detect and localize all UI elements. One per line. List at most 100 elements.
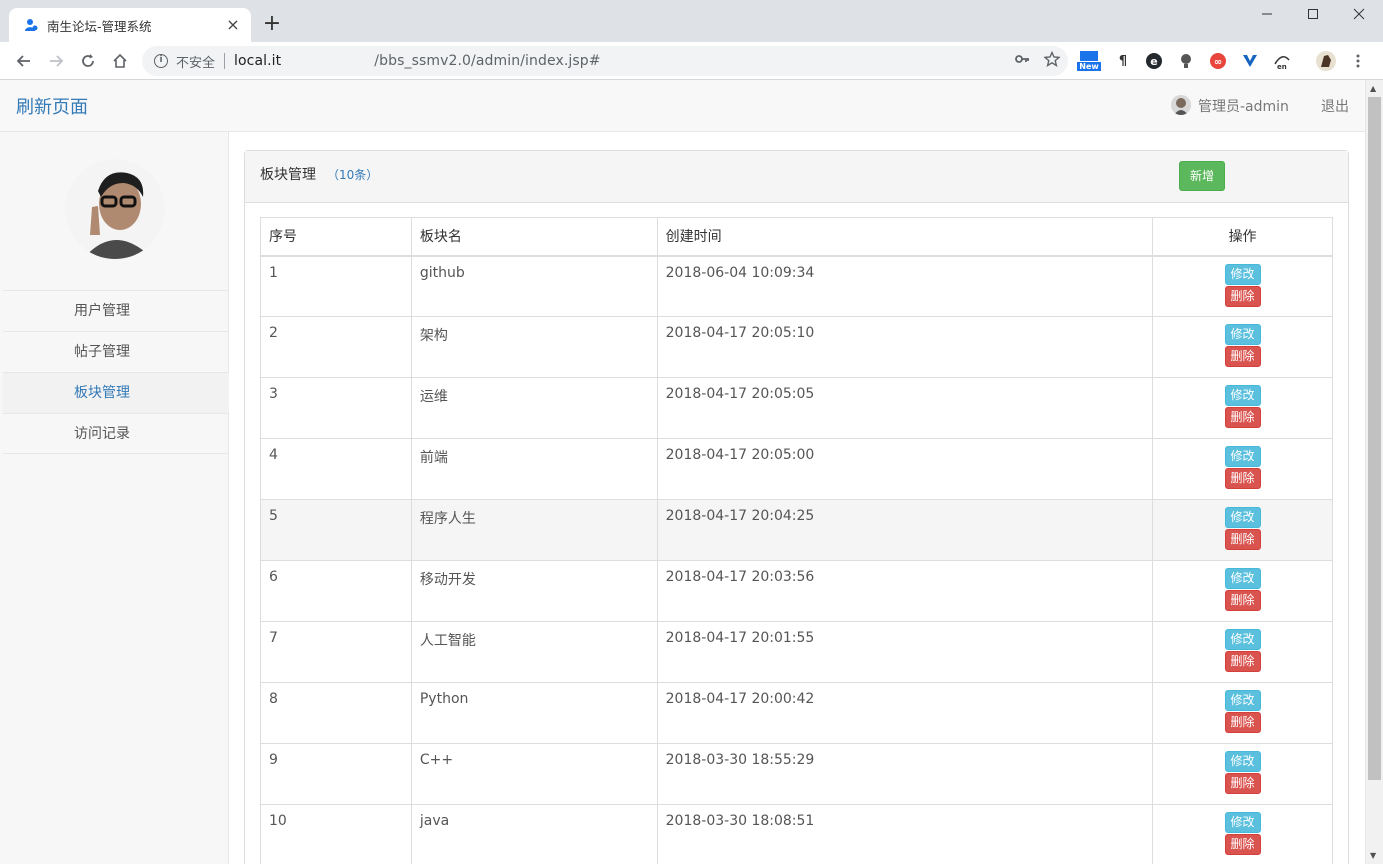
cell-actions: 修改 删除 — [1152, 560, 1333, 622]
cell-board-name: 架构 — [410, 316, 658, 378]
edit-button[interactable]: 修改 — [1224, 324, 1261, 345]
minimize-icon[interactable] — [1244, 4, 1290, 28]
cell-board-name: C++ — [410, 743, 658, 805]
cell-created-time: 2018-04-17 20:05:05 — [656, 377, 1154, 439]
table-header-row: 序号 板块名 创建时间 操作 — [260, 217, 1333, 257]
extension-v-icon[interactable] — [1240, 51, 1260, 71]
address-bar[interactable]: i 不安全 local.it/bbs_ssmv2.0/admin/index.j… — [142, 46, 1068, 76]
delete-button[interactable]: 删除 — [1224, 773, 1261, 794]
reload-icon[interactable] — [76, 49, 100, 73]
table-row: 4 前端 2018-04-17 20:05:00 修改 删除 — [260, 438, 1333, 500]
delete-button[interactable]: 删除 — [1224, 529, 1261, 550]
edit-button[interactable]: 修改 — [1224, 812, 1261, 833]
home-icon[interactable] — [108, 49, 132, 73]
col-header-name: 板块名 — [410, 217, 658, 257]
app-navbar: 刷新页面 管理员-admin 退出 — [0, 80, 1365, 132]
profile-avatar-icon[interactable] — [1316, 51, 1336, 71]
delete-button[interactable]: 删除 — [1224, 285, 1261, 307]
extension-infinity-icon[interactable]: ∞ — [1208, 51, 1228, 71]
edit-button[interactable]: 修改 — [1224, 507, 1261, 528]
scroll-up-icon[interactable]: ▲ — [1370, 84, 1376, 93]
svg-text:∞: ∞ — [1214, 57, 1222, 68]
cell-created-time: 2018-06-04 10:09:34 — [656, 255, 1154, 317]
delete-button[interactable]: 删除 — [1224, 834, 1261, 855]
table-row: 7 人工智能 2018-04-17 20:01:55 修改 删除 — [260, 621, 1333, 683]
record-count: （10条） — [327, 168, 379, 182]
close-window-icon[interactable] — [1336, 4, 1382, 28]
scroll-down-icon[interactable]: ▼ — [1370, 851, 1376, 860]
extension-badge: New — [1077, 62, 1101, 71]
add-board-button[interactable]: 新增 — [1179, 161, 1225, 191]
forward-icon[interactable] — [44, 49, 68, 73]
cell-board-name: 前端 — [410, 438, 658, 500]
col-header-id: 序号 — [260, 217, 412, 257]
delete-button[interactable]: 删除 — [1224, 346, 1261, 367]
edit-button[interactable]: 修改 — [1224, 690, 1261, 711]
edit-button[interactable]: 修改 — [1224, 751, 1261, 772]
sidebar-item-posts[interactable]: 帖子管理 — [3, 331, 229, 372]
table-row: 9 C++ 2018-03-30 18:55:29 修改 删除 — [260, 743, 1333, 805]
cell-id: 10 — [260, 804, 412, 864]
cell-board-name: Python — [410, 682, 658, 744]
cell-created-time: 2018-04-17 20:05:00 — [656, 438, 1154, 500]
extension-pilcrow-icon[interactable]: ¶ — [1113, 51, 1133, 71]
cell-id: 8 — [260, 682, 412, 744]
sidebar-item-visits[interactable]: 访问记录 — [3, 413, 229, 454]
browser-tab[interactable]: 南生论坛-管理系统 × — [9, 8, 251, 42]
user-name[interactable]: 管理员-admin — [1198, 96, 1289, 116]
svg-text:en: en — [1277, 63, 1287, 70]
user-avatar — [1171, 95, 1191, 115]
sidebar: 用户管理 帖子管理 板块管理 访问记录 — [0, 132, 229, 864]
tab-title: 南生论坛-管理系统 — [47, 18, 152, 34]
cell-board-name: java — [410, 804, 658, 864]
delete-button[interactable]: 删除 — [1224, 468, 1261, 489]
edit-button[interactable]: 修改 — [1224, 385, 1261, 406]
cell-id: 4 — [260, 438, 412, 500]
cell-created-time: 2018-04-17 20:00:42 — [656, 682, 1154, 744]
cell-created-time: 2018-03-30 18:55:29 — [656, 743, 1154, 805]
sidebar-item-users[interactable]: 用户管理 — [3, 290, 229, 331]
url-text: local.it/bbs_ssmv2.0/admin/index.jsp# — [234, 53, 601, 69]
table-row: 10 java 2018-03-30 18:08:51 修改 删除 — [260, 804, 1333, 864]
back-icon[interactable] — [12, 49, 36, 73]
cell-created-time: 2018-04-17 20:05:10 — [656, 316, 1154, 378]
extension-bulb-icon[interactable] — [1176, 51, 1196, 71]
edit-button[interactable]: 修改 — [1224, 629, 1261, 650]
extension-translate-icon[interactable]: en — [1272, 51, 1292, 71]
sidebar-item-boards[interactable]: 板块管理 — [3, 372, 229, 413]
cell-board-name: 程序人生 — [410, 499, 658, 561]
sidebar-menu: 用户管理 帖子管理 板块管理 访问记录 — [3, 290, 229, 454]
cell-board-name: 运维 — [410, 377, 658, 439]
cell-created-time: 2018-04-17 20:03:56 — [656, 560, 1154, 622]
info-icon[interactable]: i — [154, 54, 168, 68]
delete-button[interactable]: 删除 — [1224, 407, 1261, 428]
logout-link[interactable]: 退出 — [1321, 96, 1349, 116]
cell-id: 7 — [260, 621, 412, 683]
cell-actions: 修改 删除 — [1152, 743, 1333, 805]
url-path: /bbs_ssmv2.0/admin/index.jsp# — [374, 53, 601, 69]
table-row: 2 架构 2018-04-17 20:05:10 修改 删除 — [260, 316, 1333, 378]
page-scrollbar[interactable]: ▲ ▼ — [1365, 80, 1383, 864]
edit-button[interactable]: 修改 — [1224, 446, 1261, 467]
browser-menu-icon[interactable] — [1348, 51, 1368, 71]
key-icon[interactable] — [1014, 51, 1030, 71]
cell-board-name: 人工智能 — [410, 621, 658, 683]
delete-button[interactable]: 删除 — [1224, 651, 1261, 672]
edit-button[interactable]: 修改 — [1224, 568, 1261, 589]
table-row: 1 github 2018-06-04 10:09:34 修改 删除 — [260, 255, 1333, 317]
edit-button[interactable]: 修改 — [1224, 263, 1261, 285]
new-tab-icon[interactable]: + — [260, 13, 284, 37]
security-label: 不安全 — [176, 55, 216, 71]
extension-new-icon[interactable]: New — [1077, 51, 1101, 71]
scroll-thumb[interactable] — [1368, 97, 1381, 780]
cell-id: 6 — [260, 560, 412, 622]
table-row: 6 移动开发 2018-04-17 20:03:56 修改 删除 — [260, 560, 1333, 622]
delete-button[interactable]: 删除 — [1224, 712, 1261, 733]
bookmark-star-icon[interactable] — [1043, 50, 1061, 71]
delete-button[interactable]: 删除 — [1224, 590, 1261, 611]
extension-e-icon[interactable]: e — [1144, 51, 1164, 71]
table-row: 5 程序人生 2018-04-17 20:04:25 修改 删除 — [260, 499, 1333, 561]
maximize-icon[interactable] — [1290, 4, 1336, 28]
tab-close-icon[interactable]: × — [225, 17, 241, 33]
refresh-page-link[interactable]: 刷新页面 — [16, 93, 88, 119]
